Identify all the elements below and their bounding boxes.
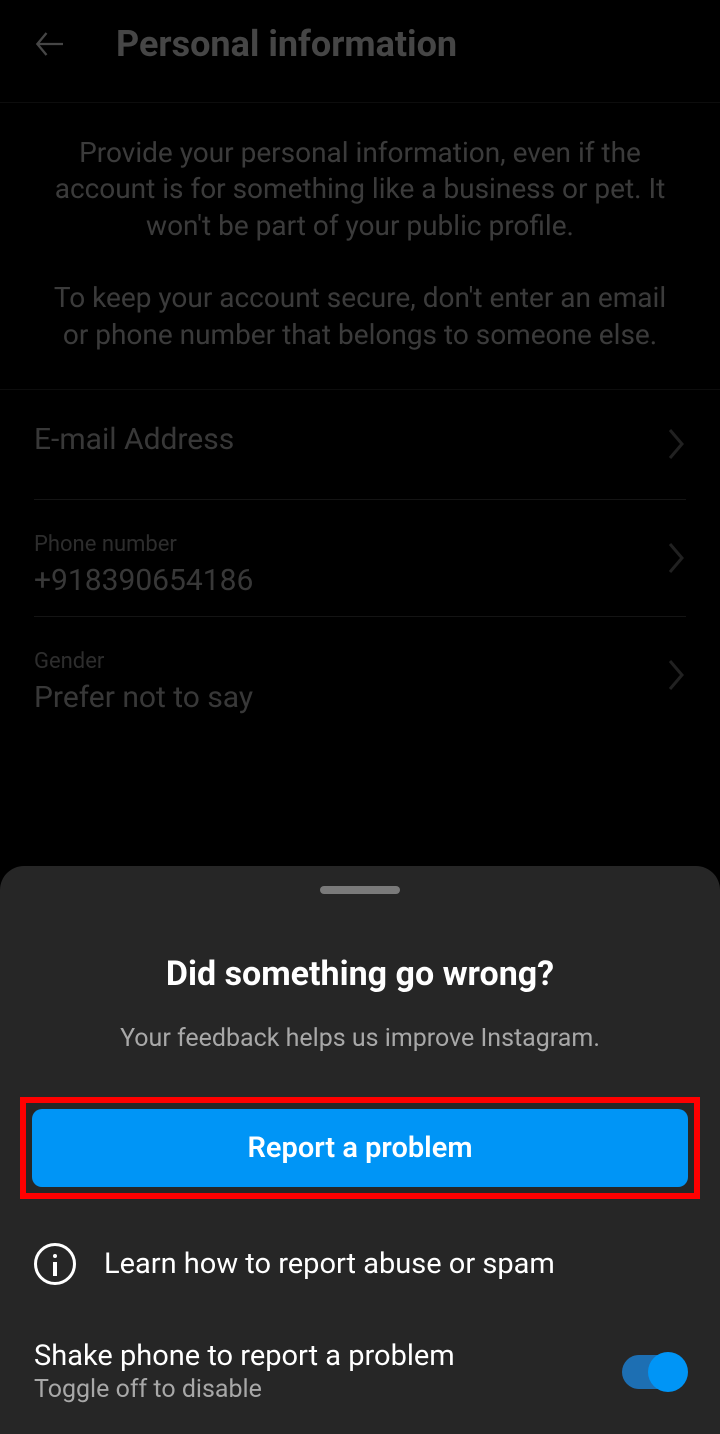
learn-link-text: Learn how to report abuse or spam xyxy=(104,1247,555,1281)
back-button[interactable] xyxy=(28,20,76,68)
sheet-title: Did something go wrong? xyxy=(0,954,720,994)
learn-row[interactable]: Learn how to report abuse or spam xyxy=(0,1227,720,1321)
highlight-annotation: Report a problem xyxy=(20,1097,700,1199)
sheet-handle[interactable] xyxy=(320,886,400,894)
sheet-subtitle: Your feedback helps us improve Instagram… xyxy=(0,1024,720,1053)
info-block: Provide your personal information, even … xyxy=(0,103,720,353)
gender-field-row[interactable]: Gender Prefer not to say xyxy=(34,617,686,733)
gender-value: Prefer not to say xyxy=(34,680,686,725)
shake-label-group: Shake phone to report a problem Toggle o… xyxy=(34,1339,455,1404)
email-field-row[interactable]: E-mail Address xyxy=(34,390,686,500)
bottom-sheet: Did something go wrong? Your feedback he… xyxy=(0,866,720,1434)
shake-subtitle: Toggle off to disable xyxy=(34,1375,455,1404)
email-label: E-mail Address xyxy=(34,422,686,491)
chevron-right-icon xyxy=(666,426,686,462)
info-icon xyxy=(34,1243,76,1285)
report-problem-button[interactable]: Report a problem xyxy=(32,1109,688,1187)
chevron-right-icon xyxy=(666,657,686,693)
field-group: E-mail Address Phone number +91839065418… xyxy=(0,390,720,733)
header: Personal information xyxy=(0,0,720,88)
phone-value: +918390654186 xyxy=(34,563,686,608)
phone-label: Phone number xyxy=(34,532,686,557)
shake-title: Shake phone to report a problem xyxy=(34,1339,455,1373)
info-paragraph-1: Provide your personal information, even … xyxy=(40,135,680,244)
page-title: Personal information xyxy=(116,23,457,65)
chevron-right-icon xyxy=(666,540,686,576)
gender-label: Gender xyxy=(34,649,686,674)
shake-toggle-row: Shake phone to report a problem Toggle o… xyxy=(0,1321,720,1404)
phone-field-row[interactable]: Phone number +918390654186 xyxy=(34,500,686,617)
info-paragraph-2: To keep your account secure, don't enter… xyxy=(40,280,680,353)
shake-toggle[interactable] xyxy=(622,1355,686,1389)
